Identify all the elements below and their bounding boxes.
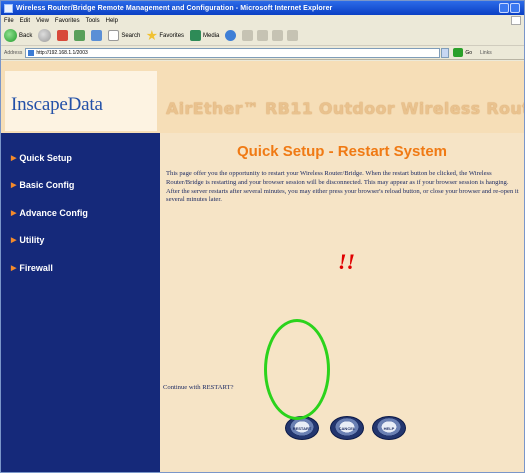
triangle-right-icon: ▶ — [11, 155, 17, 162]
search-icon — [108, 30, 120, 41]
triangle-right-icon: ▶ — [11, 237, 17, 244]
print-icon[interactable] — [257, 30, 269, 41]
highlight-annotation — [264, 319, 330, 420]
browser-toolbar: Back Search Favorites Media — [1, 26, 524, 46]
mail-icon[interactable] — [242, 30, 254, 41]
home-icon — [91, 30, 103, 41]
menu-favorites[interactable]: Favorites — [55, 18, 80, 24]
browser-window: Wireless Router/Bridge Remote Management… — [0, 0, 525, 473]
back-button[interactable]: Back — [4, 29, 32, 42]
sidebar-nav: ▶ Quick Setup ▶ Basic Config ▶ Advance C… — [1, 133, 160, 472]
go-button[interactable]: Go — [465, 50, 472, 56]
sidebar-item-label: Advance Config — [19, 208, 88, 218]
favorites-button[interactable]: Favorites — [146, 30, 184, 41]
back-arrow-icon — [4, 29, 17, 42]
page-icon — [28, 49, 35, 56]
company-logo: InscapeData — [11, 94, 103, 115]
confirm-prompt: Continue with RESTART? — [163, 384, 234, 391]
help-button[interactable]: HELP — [372, 416, 406, 440]
history-button[interactable] — [225, 30, 237, 41]
address-dropdown-icon[interactable] — [441, 47, 450, 58]
favorites-label: Favorites — [159, 32, 185, 39]
address-label: Address — [4, 49, 23, 56]
triangle-right-icon: ▶ — [11, 182, 17, 189]
title-bar: Wireless Router/Bridge Remote Management… — [1, 1, 524, 15]
menu-help[interactable]: Help — [106, 18, 118, 24]
page-title: Quick Setup - Restart System — [236, 143, 448, 160]
menu-edit[interactable]: Edit — [20, 18, 30, 24]
ie-icon — [4, 3, 13, 13]
sidebar-item-utility[interactable]: ▶ Utility — [11, 235, 44, 245]
address-url: http://192.168.1.1/2003 — [36, 49, 88, 56]
go-arrow-icon[interactable] — [453, 48, 464, 57]
warning-exclamation: !! — [338, 249, 356, 274]
sidebar-item-quick-setup[interactable]: ▶ Quick Setup — [11, 153, 72, 163]
back-label: Back — [19, 32, 33, 39]
address-bar: Address http://192.168.1.1/2003 Go Links — [1, 46, 524, 60]
menu-tools[interactable]: Tools — [86, 18, 100, 24]
media-icon — [190, 30, 202, 41]
sidebar-item-label: Utility — [19, 235, 45, 245]
main-panel: Quick Setup - Restart System This page o… — [160, 133, 524, 472]
refresh-button[interactable] — [74, 30, 86, 41]
header-banner: InscapeData AirEther™ RB11 Outdoor Wirel… — [1, 61, 524, 133]
window-controls — [499, 3, 520, 13]
forward-arrow-icon — [38, 29, 52, 42]
edit-icon[interactable] — [272, 30, 284, 41]
cancel-button[interactable]: CANCEL — [330, 416, 364, 440]
menu-bar: File Edit View Favorites Tools Help — [1, 15, 524, 26]
refresh-icon — [74, 30, 86, 41]
stop-button[interactable] — [57, 30, 69, 41]
menu-view[interactable]: View — [36, 18, 49, 24]
window-title: Wireless Router/Bridge Remote Management… — [16, 4, 333, 12]
search-label: Search — [121, 32, 141, 39]
stop-icon — [57, 30, 69, 41]
search-button[interactable]: Search — [108, 30, 140, 41]
restart-button[interactable]: RESTART — [285, 416, 319, 440]
triangle-right-icon: ▶ — [11, 210, 17, 217]
page-content: InscapeData AirEther™ RB11 Outdoor Wirel… — [1, 61, 524, 472]
menu-file[interactable]: File — [4, 18, 14, 24]
sidebar-item-label: Firewall — [19, 263, 53, 273]
history-icon — [225, 30, 237, 41]
sidebar-item-firewall[interactable]: ▶ Firewall — [11, 263, 53, 273]
maximize-button[interactable] — [510, 3, 520, 13]
restart-description: This page offer you the opportunity to r… — [166, 170, 519, 204]
media-button[interactable]: Media — [190, 30, 219, 41]
sidebar-item-label: Quick Setup — [19, 153, 72, 163]
media-label: Media — [203, 32, 220, 39]
sidebar-item-advance-config[interactable]: ▶ Advance Config — [11, 208, 88, 218]
links-button[interactable]: Links — [480, 50, 492, 56]
home-button[interactable] — [91, 30, 103, 41]
folder-icon[interactable] — [287, 30, 299, 41]
address-input[interactable]: http://192.168.1.1/2003 — [25, 47, 441, 58]
favorites-star-icon — [146, 30, 158, 41]
sidebar-item-label: Basic Config — [19, 180, 75, 190]
sidebar-item-basic-config[interactable]: ▶ Basic Config — [11, 180, 74, 190]
forward-button[interactable] — [38, 29, 52, 42]
triangle-right-icon: ▶ — [11, 265, 17, 272]
windows-logo-icon — [511, 16, 521, 25]
product-title: AirEther™ RB11 Outdoor Wireless Router/B… — [166, 99, 524, 118]
minimize-button[interactable] — [499, 3, 509, 13]
